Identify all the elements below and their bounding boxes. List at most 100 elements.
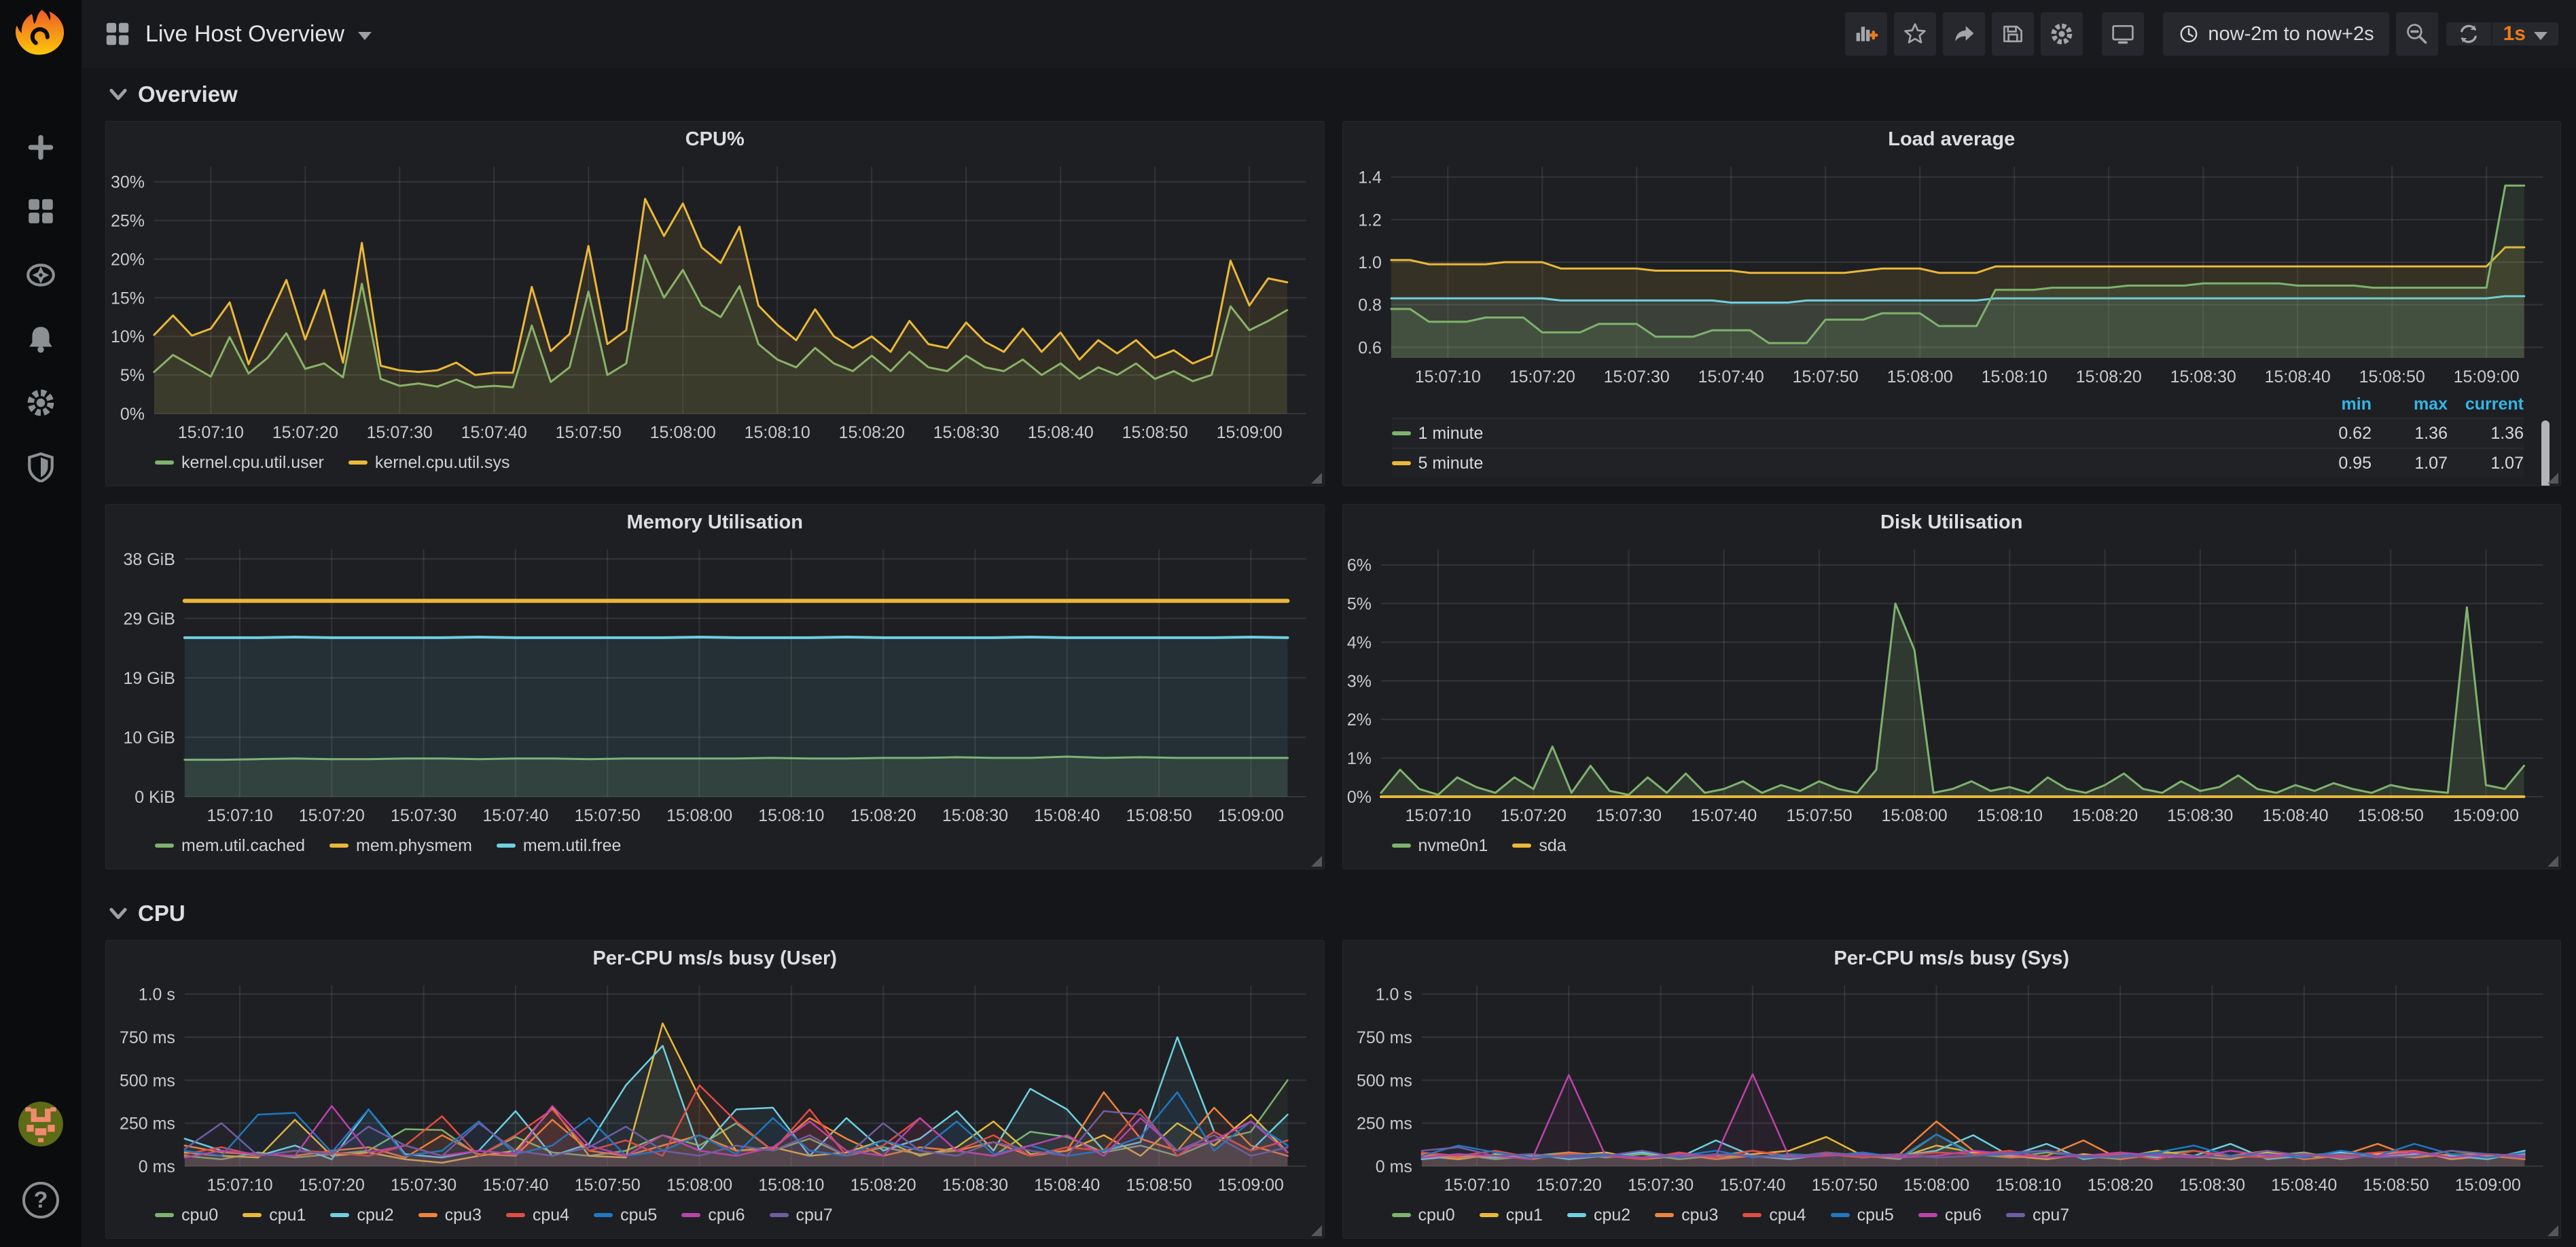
mark-favorite-button[interactable]: [1894, 12, 1936, 56]
dashboard-title-button[interactable]: Live Host Overview: [103, 20, 372, 48]
panel-resize-handle[interactable]: [2547, 1225, 2558, 1236]
chart-area[interactable]: 15:07:1015:07:2015:07:3015:07:4015:07:50…: [106, 540, 1324, 829]
share-dashboard-button[interactable]: [1943, 12, 1985, 56]
sidebar-item-configuration[interactable]: [25, 387, 56, 418]
x-axis-tick-label: 15:07:20: [299, 806, 365, 825]
legend-color-dash: [770, 1213, 789, 1217]
y-axis-tick-label: 10%: [111, 327, 145, 346]
legend-item[interactable]: cpu6: [681, 1206, 745, 1225]
section-header-overview[interactable]: Overview: [105, 68, 2561, 121]
sidebar-item-alerting[interactable]: [25, 323, 56, 355]
legend-item[interactable]: kernel.cpu.util.sys: [348, 453, 510, 473]
sidebar-item-explore[interactable]: [25, 259, 56, 291]
legend-item[interactable]: sda: [1512, 836, 1566, 856]
x-axis-tick-label: 15:09:00: [1218, 806, 1284, 825]
legend-stat-header[interactable]: min: [2295, 395, 2372, 414]
legend-label: cpu0: [1418, 1206, 1455, 1225]
legend-item[interactable]: mem.physmem: [329, 836, 472, 856]
avatar[interactable]: [18, 1102, 63, 1146]
x-axis-tick-label: 15:07:20: [299, 1176, 365, 1195]
panel-resize-handle[interactable]: [2547, 856, 2558, 867]
legend-stat-value: 1.36: [2372, 424, 2448, 444]
legend-item[interactable]: cpu0: [1392, 1206, 1455, 1225]
panel-title[interactable]: Load average: [1343, 122, 2561, 157]
legend-item[interactable]: cpu7: [770, 1206, 833, 1225]
legend-item[interactable]: mem.util.free: [497, 836, 621, 856]
panel-resize-handle[interactable]: [1311, 1225, 1322, 1236]
panel-title[interactable]: Disk Utilisation: [1343, 505, 2561, 540]
refresh-button[interactable]: [2446, 22, 2491, 46]
y-axis-tick-label: 38 GiB: [124, 550, 175, 569]
time-range-picker[interactable]: now-2m to now+2s: [2163, 12, 2389, 56]
legend-item[interactable]: kernel.cpu.util.user: [155, 453, 324, 473]
panel-title[interactable]: Memory Utilisation: [106, 505, 1324, 540]
star-icon: [1903, 22, 1927, 46]
panel-title[interactable]: CPU%: [106, 122, 1324, 157]
grafana-logo[interactable]: [14, 8, 67, 61]
x-axis-tick-label: 15:07:10: [207, 1176, 272, 1195]
chart-area[interactable]: 15:07:1015:07:2015:07:3015:07:4015:07:50…: [1343, 540, 2561, 829]
y-axis-tick-label: 0 KiB: [135, 788, 175, 807]
legend-item[interactable]: cpu5: [594, 1206, 657, 1225]
compass-icon: [25, 259, 56, 291]
legend-item[interactable]: nvme0n1: [1392, 836, 1488, 856]
legend-item[interactable]: cpu3: [418, 1206, 482, 1225]
legend-item[interactable]: cpu7: [2006, 1206, 2069, 1225]
legend-color-dash: [348, 460, 368, 465]
legend-stat-header[interactable]: current: [2448, 395, 2524, 414]
x-axis-tick-label: 15:08:30: [933, 423, 999, 442]
legend-item[interactable]: cpu5: [1831, 1206, 1894, 1225]
save-dashboard-button[interactable]: [1992, 12, 2034, 56]
chart-svg: 15:07:1015:07:2015:07:3015:07:4015:07:50…: [1343, 540, 2561, 829]
legend-stat-header[interactable]: max: [2372, 395, 2448, 414]
legend-item[interactable]: cpu1: [243, 1206, 306, 1225]
legend-label: cpu1: [269, 1206, 306, 1225]
sidebar-item-create[interactable]: [25, 132, 56, 163]
series-fill: [185, 637, 1288, 797]
panel-title[interactable]: Per-CPU ms/s busy (User): [106, 941, 1324, 976]
gear-icon: [25, 387, 56, 418]
panel-title[interactable]: Per-CPU ms/s busy (Sys): [1343, 941, 2561, 976]
legend-item[interactable]: cpu1: [1480, 1206, 1543, 1225]
x-axis-tick-label: 15:08:40: [1034, 1176, 1100, 1195]
legend-row[interactable]: 5 minute0.951.071.07: [1392, 448, 2524, 477]
x-axis-tick-label: 15:08:10: [1981, 367, 2047, 386]
series-line: [185, 637, 1288, 638]
add-panel-button[interactable]: [1845, 12, 1887, 56]
chart-area[interactable]: 15:07:1015:07:2015:07:3015:07:4015:07:50…: [106, 157, 1324, 446]
zoom-out-time-button[interactable]: [2396, 12, 2438, 56]
chart-area[interactable]: 15:07:1015:07:2015:07:3015:07:4015:07:50…: [1343, 157, 2561, 391]
chevron-down-icon: [2534, 32, 2547, 40]
panel-resize-handle[interactable]: [2547, 473, 2558, 484]
x-axis-tick-label: 15:07:50: [1811, 1176, 1877, 1195]
legend-color-dash: [155, 460, 174, 465]
legend-item[interactable]: cpu4: [1742, 1206, 1806, 1225]
y-axis-tick-label: 500 ms: [120, 1071, 175, 1090]
panel-resize-handle[interactable]: [1311, 856, 1322, 867]
legend-label: sda: [1539, 836, 1566, 856]
x-axis-tick-label: 15:07:30: [391, 1176, 457, 1195]
legend-item[interactable]: cpu4: [506, 1206, 569, 1225]
refresh-interval-dropdown[interactable]: 1s: [2492, 22, 2558, 46]
legend-item[interactable]: mem.util.cached: [155, 836, 305, 856]
cycle-view-mode-button[interactable]: [2102, 12, 2144, 56]
legend-item[interactable]: cpu6: [1918, 1206, 1982, 1225]
legend-label: kernel.cpu.util.user: [181, 453, 324, 473]
legend-item[interactable]: cpu3: [1655, 1206, 1718, 1225]
section-header-cpu[interactable]: CPU: [105, 887, 2561, 940]
x-axis-tick-label: 15:07:50: [1792, 367, 1858, 386]
chart-area[interactable]: 15:07:1015:07:2015:07:3015:07:4015:07:50…: [1343, 976, 2561, 1199]
x-axis-tick-label: 15:07:20: [1500, 806, 1566, 825]
sidebar-item-server-admin[interactable]: [25, 451, 56, 482]
dashboard-settings-button[interactable]: [2041, 12, 2083, 56]
legend-row[interactable]: 1 minute0.621.361.36: [1392, 418, 2524, 448]
legend-item[interactable]: cpu2: [1567, 1206, 1630, 1225]
time-range-label: now-2m to now+2s: [2208, 23, 2374, 46]
help-button[interactable]: ?: [22, 1182, 59, 1218]
legend-item[interactable]: cpu0: [155, 1206, 218, 1225]
panel-resize-handle[interactable]: [1311, 473, 1322, 484]
x-axis-tick-label: 15:07:40: [482, 1176, 548, 1195]
legend-item[interactable]: cpu2: [330, 1206, 393, 1225]
chart-area[interactable]: 15:07:1015:07:2015:07:3015:07:4015:07:50…: [106, 976, 1324, 1199]
sidebar-item-dashboards[interactable]: [25, 196, 56, 227]
